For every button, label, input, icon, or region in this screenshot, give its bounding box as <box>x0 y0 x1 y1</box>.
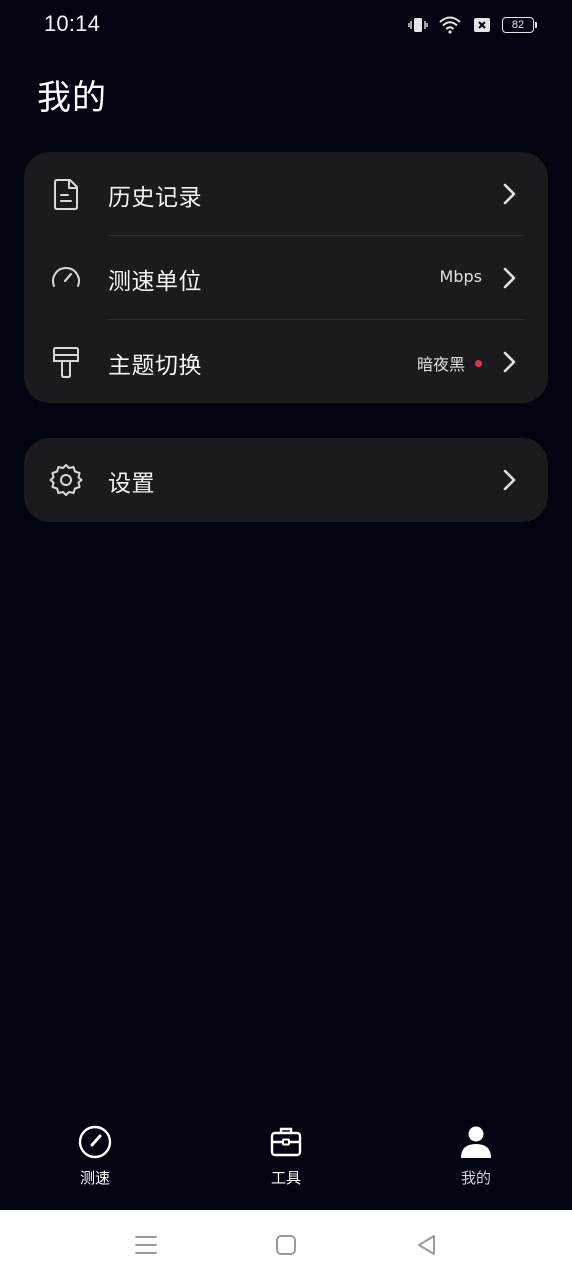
tab-label: 工具 <box>270 1169 301 1187</box>
bottom-tab-bar: 测速 工具 我的 <box>0 1110 572 1210</box>
battery-level: 82 <box>511 19 525 31</box>
system-nav-bar <box>0 1210 572 1280</box>
paint-brush-icon <box>53 347 79 378</box>
menu-item-label: 设置 <box>108 471 155 497</box>
tab-label: 我的 <box>460 1169 491 1187</box>
menu-item-label: 主题切换 <box>108 353 202 379</box>
status-time: 10:14 <box>44 11 101 36</box>
menu-item-value: 暗夜黑 <box>417 351 482 375</box>
home-icon[interactable] <box>271 1230 301 1260</box>
menu-icon[interactable] <box>131 1230 161 1260</box>
vibrate-icon <box>408 18 428 32</box>
person-icon <box>461 1126 491 1158</box>
speed-unit-value: Mbps <box>439 267 482 286</box>
chevron-right-icon <box>503 469 516 491</box>
chevron-right-icon <box>503 183 516 205</box>
menu-card: 历史记录 测速单位 Mbps 主题切换 暗夜黑 <box>24 152 548 403</box>
gear-icon <box>49 464 83 496</box>
tab-tools[interactable]: 工具 <box>226 1124 346 1200</box>
menu-item-label: 测速单位 <box>108 269 202 295</box>
chevron-right-icon <box>503 267 516 289</box>
status-icons: 82 <box>408 13 537 37</box>
menu-item-label: 历史记录 <box>108 185 202 211</box>
page-title: 我的 <box>37 78 107 118</box>
menu-item-theme[interactable]: 主题切换 暗夜黑 <box>24 320 548 404</box>
tab-speed-test[interactable]: 测速 <box>35 1124 155 1200</box>
menu-item-speed-unit[interactable]: 测速单位 Mbps <box>24 236 548 320</box>
menu-item-history[interactable]: 历史记录 <box>24 152 548 236</box>
back-icon[interactable] <box>412 1230 442 1260</box>
battery-icon: 82 <box>502 17 537 33</box>
speedometer-icon <box>52 267 80 287</box>
theme-value: 暗夜黑 <box>416 355 465 374</box>
tab-mine[interactable]: 我的 <box>416 1124 536 1200</box>
menu-item-settings[interactable]: 设置 <box>24 438 548 522</box>
document-icon <box>54 179 78 210</box>
new-badge-dot <box>475 359 482 367</box>
tab-label: 测速 <box>79 1169 110 1187</box>
menu-item-value: Mbps <box>440 267 482 286</box>
wifi-icon <box>439 16 461 34</box>
speedometer-icon <box>78 1125 112 1159</box>
status-bar: 10:14 82 <box>0 0 572 52</box>
settings-card: 设置 <box>24 438 548 522</box>
toolbox-icon <box>270 1127 302 1157</box>
sim-off-icon <box>474 18 490 32</box>
chevron-right-icon <box>503 351 516 373</box>
